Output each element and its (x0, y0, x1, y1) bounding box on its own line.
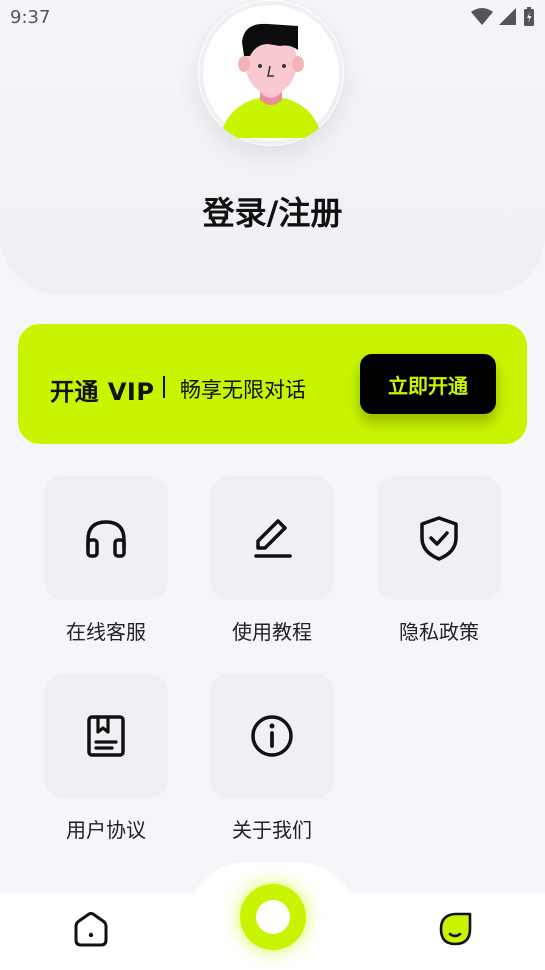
tab-home[interactable] (72, 910, 110, 948)
menu-item-customer-service[interactable]: 在线客服 (44, 476, 168, 656)
status-bar: 9:37 (0, 0, 545, 34)
menu-label: 在线客服 (66, 620, 146, 644)
signal-icon (499, 8, 516, 25)
battery-icon (524, 7, 534, 26)
headset-icon (86, 520, 126, 558)
vip-divider (163, 376, 165, 398)
login-register-link[interactable]: 登录/注册 (0, 188, 545, 234)
menu-item-about-us[interactable]: 关于我们 (210, 674, 334, 854)
profile-icon (439, 912, 472, 946)
shield-check-icon (420, 516, 458, 561)
menu-label: 隐私政策 (399, 620, 479, 644)
info-icon (251, 715, 293, 757)
tab-profile[interactable] (436, 910, 474, 948)
vip-open-button[interactable]: 立即开通 (360, 354, 496, 414)
vip-banner: 开通 VIP 畅享无限对话 立即开通 (18, 324, 527, 444)
pen-icon (254, 519, 292, 558)
menu-label: 关于我们 (232, 818, 312, 842)
menu-label: 使用教程 (232, 620, 312, 644)
vip-title: 开通 VIP (50, 378, 155, 406)
wifi-icon (471, 8, 493, 25)
tab-center-action[interactable] (240, 884, 306, 950)
menu-item-privacy-policy[interactable]: 隐私政策 (377, 476, 501, 656)
book-icon (87, 715, 125, 757)
menu-label: 用户协议 (66, 818, 146, 842)
menu-item-tutorial[interactable]: 使用教程 (210, 476, 334, 656)
vip-subtitle: 畅享无限对话 (180, 378, 306, 402)
home-icon (74, 912, 108, 947)
menu-item-user-agreement[interactable]: 用户协议 (44, 674, 168, 854)
center-ring-icon (256, 900, 290, 934)
status-time: 9:37 (10, 6, 51, 28)
